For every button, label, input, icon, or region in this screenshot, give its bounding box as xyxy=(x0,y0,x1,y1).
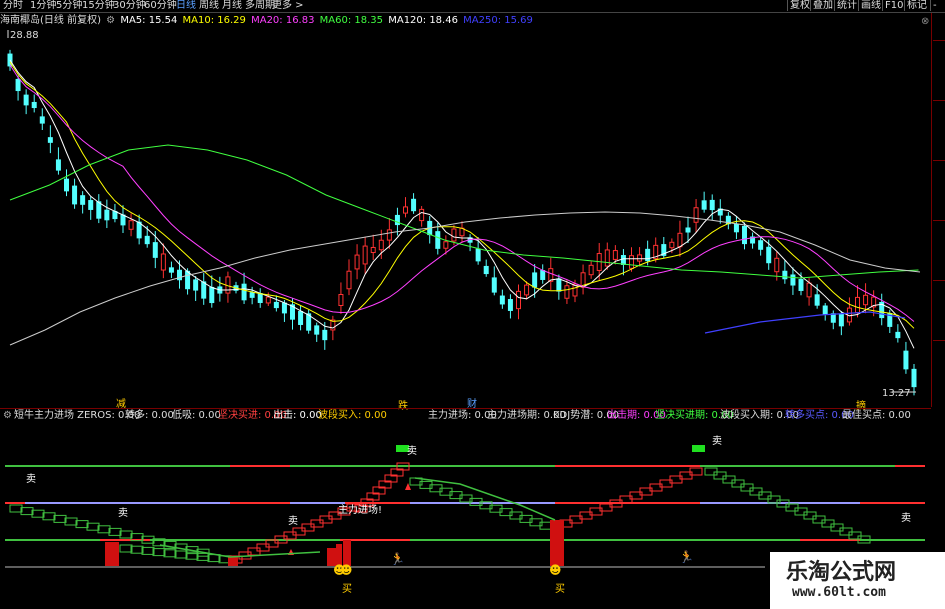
indicator-step xyxy=(119,530,133,539)
axis-tick xyxy=(933,220,945,221)
indicator-step xyxy=(152,548,166,557)
watermark-url: www.60lt.com xyxy=(792,585,886,600)
indicator-step xyxy=(108,527,122,536)
smiley-icon: ☻ xyxy=(549,563,562,577)
indicator-step xyxy=(42,512,56,521)
signal-box xyxy=(692,445,705,452)
indicator-step xyxy=(163,549,177,558)
axis-tick xyxy=(933,340,945,341)
watermark-title: 乐淘公式网 xyxy=(786,560,897,585)
indicator-step xyxy=(86,522,100,531)
indicator-step xyxy=(141,546,155,555)
sell-signal: 卖 xyxy=(712,436,722,447)
sell-signal: 卖 xyxy=(118,508,128,519)
axis-tick xyxy=(933,280,945,281)
person-icon: 🏃 xyxy=(679,550,694,564)
indicator-step xyxy=(196,552,210,561)
indicator-step xyxy=(31,509,45,518)
buy-signal: 买 xyxy=(342,584,352,595)
collapse-button[interactable]: - xyxy=(930,0,939,11)
indicator-step xyxy=(20,507,34,516)
indicator-step xyxy=(53,514,67,523)
axis-tick xyxy=(933,40,945,41)
buy-signal: 买 xyxy=(555,584,565,595)
price-axis xyxy=(931,13,932,407)
indicator-chart[interactable] xyxy=(0,0,931,609)
indicator-step xyxy=(9,504,23,513)
indicator-step xyxy=(97,525,111,534)
indicator-step xyxy=(119,544,133,553)
watermark: 乐淘公式网 www.60lt.com xyxy=(770,552,945,609)
indicator-step xyxy=(75,520,89,529)
smiley-icon: ☻ xyxy=(340,563,353,577)
sell-signal: 卖 xyxy=(407,446,417,457)
indicator-step xyxy=(174,550,188,559)
signal-bar xyxy=(550,520,564,566)
main-entry-signal: 主力进场! xyxy=(338,505,383,516)
indicator-step xyxy=(130,545,144,554)
person-icon: 🏃 xyxy=(390,552,405,566)
indicator-step xyxy=(64,517,78,526)
sell-signal: 卖 xyxy=(901,513,911,524)
axis-tick xyxy=(933,100,945,101)
signal-bar xyxy=(105,542,119,566)
sell-signal: 卖 xyxy=(288,516,298,527)
axis-tick xyxy=(933,160,945,161)
sell-signal: 卖 xyxy=(26,474,36,485)
